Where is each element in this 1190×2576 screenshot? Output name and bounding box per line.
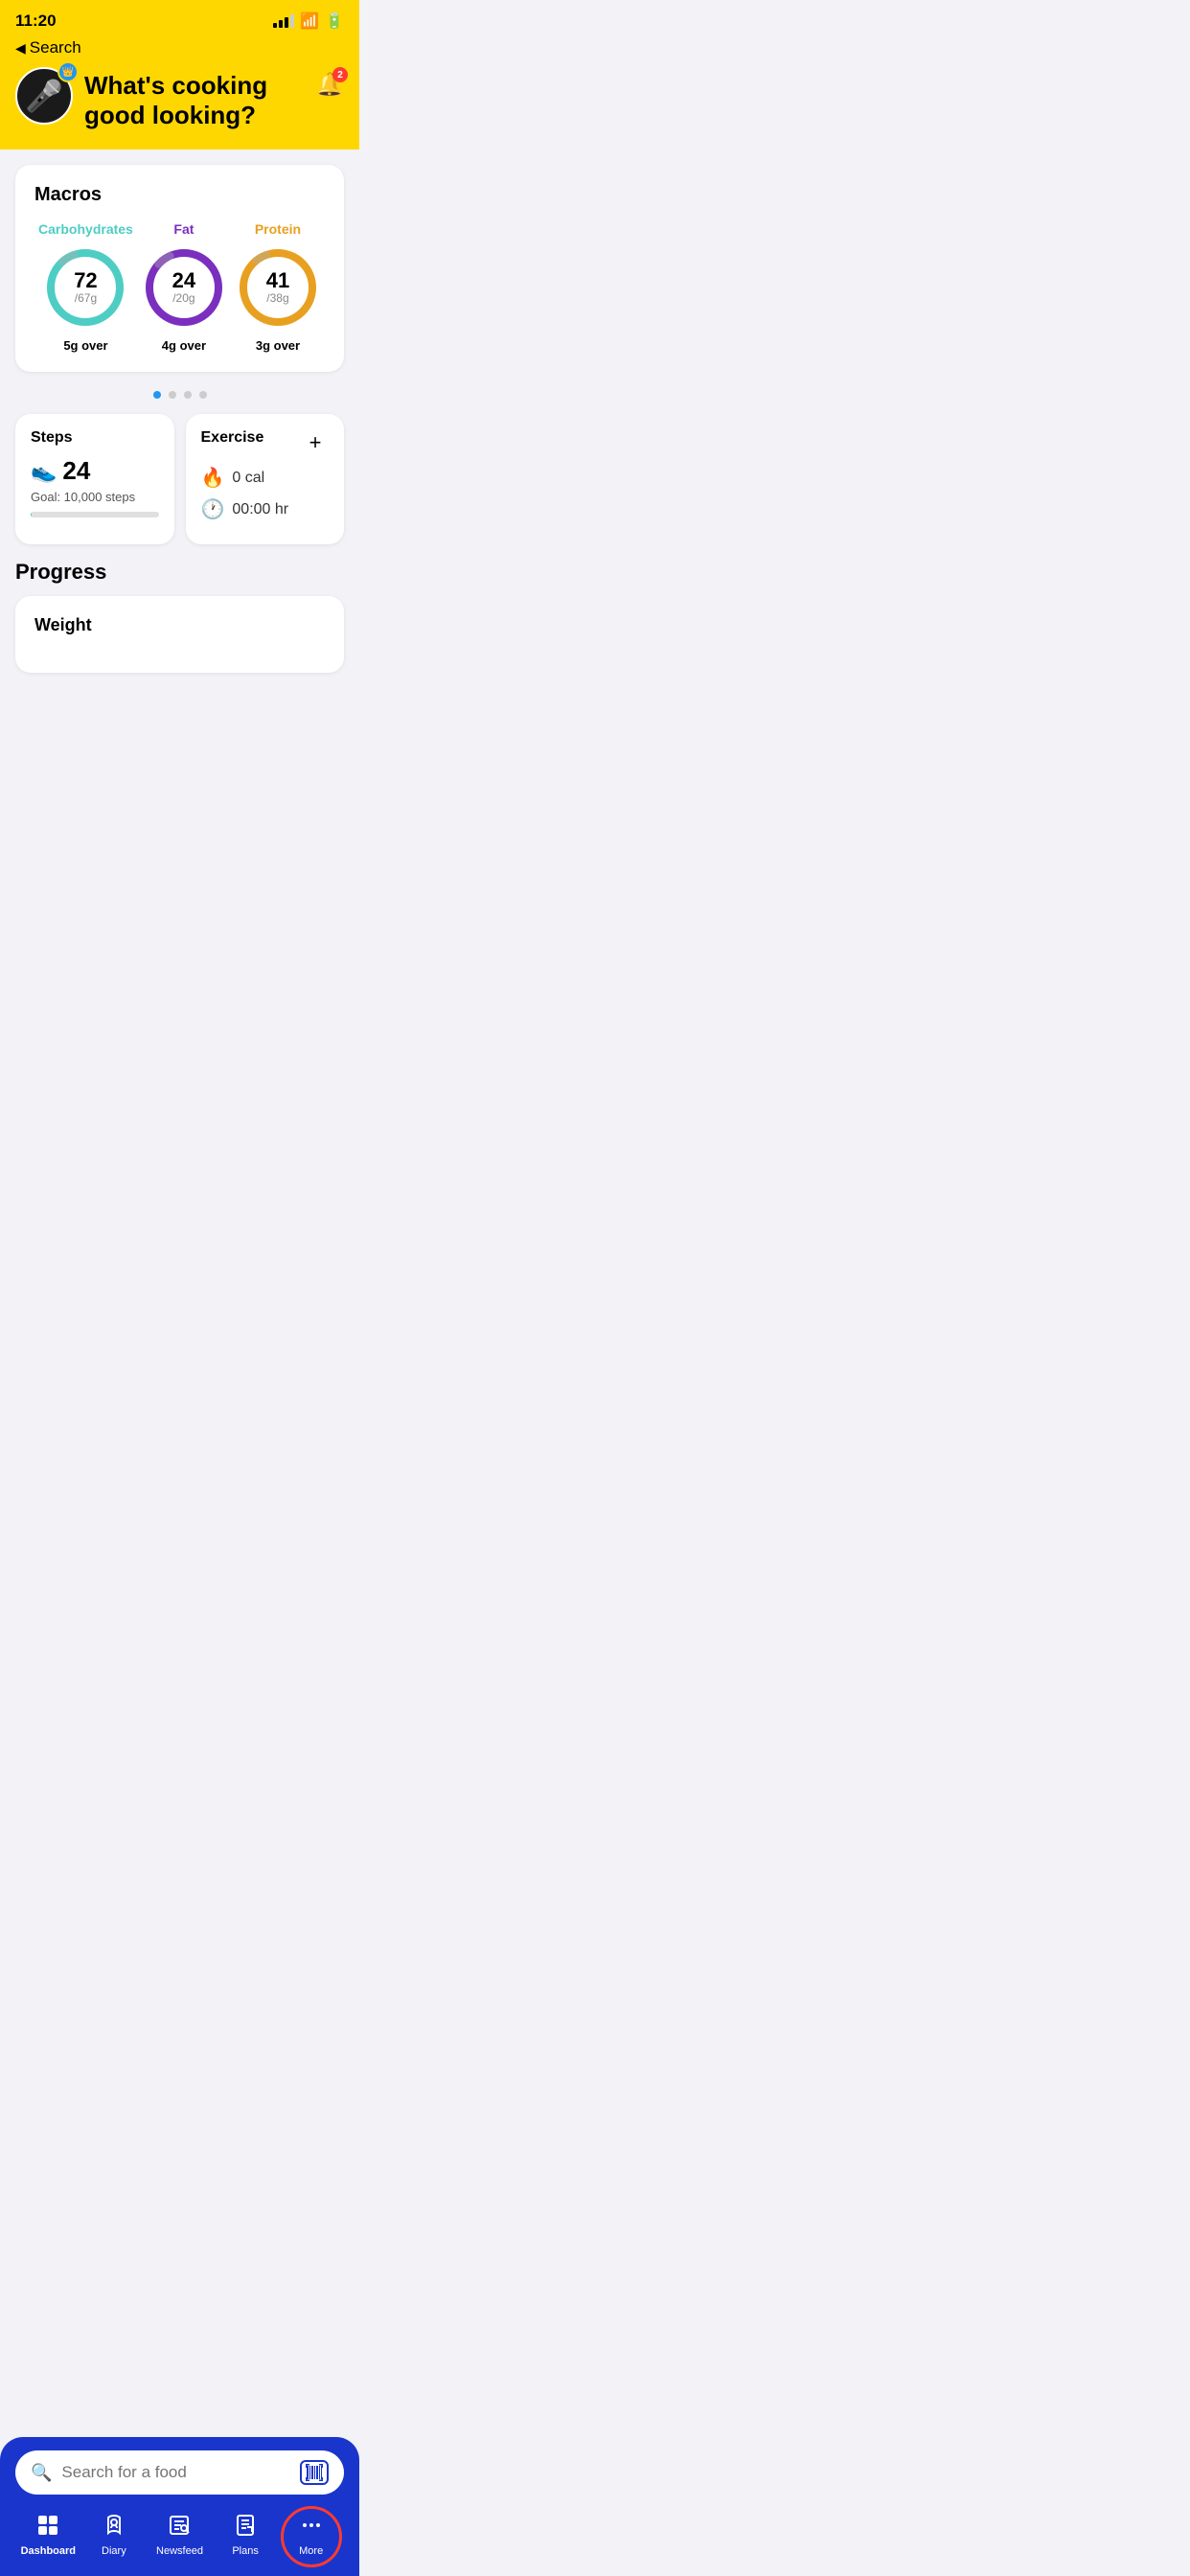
flame-icon: 🔥: [201, 466, 225, 490]
tab-more-label: More: [299, 2545, 323, 2557]
fat-status: 4g over: [162, 338, 206, 353]
protein-goal: /38g: [266, 291, 289, 305]
plans-icon: [234, 2514, 257, 2542]
status-time: 11:20: [15, 12, 57, 31]
carbs-value: 72: [74, 270, 97, 291]
avatar-image: 🎤: [25, 78, 63, 114]
search-icon: 🔍: [31, 2463, 52, 2483]
header: 🎤 👑 What's cooking good looking? 🔔 2: [0, 67, 359, 150]
tab-diary[interactable]: Diary: [81, 2514, 148, 2557]
carbs-center: 72 /67g: [74, 270, 97, 305]
protein-status: 3g over: [256, 338, 300, 353]
fat-ring: 24 /20g: [141, 244, 227, 331]
greeting-title: What's cooking good looking?: [84, 67, 315, 130]
tab-dashboard[interactable]: Dashboard: [15, 2514, 81, 2557]
protein-item: Protein 41 /38g 3g over: [235, 221, 321, 353]
exercise-header: Exercise +: [201, 429, 330, 456]
tab-diary-label: Diary: [102, 2545, 126, 2557]
progress-section: Progress Weight: [15, 560, 344, 673]
back-label: Search: [30, 38, 81, 58]
carbs-item: Carbohydrates 72 /67g 5g over: [38, 221, 133, 353]
progress-title: Progress: [15, 560, 344, 585]
tab-newsfeed[interactable]: Newsfeed: [147, 2514, 213, 2557]
dot-3[interactable]: [184, 391, 192, 399]
exercise-duration-row: 🕐 00:00 hr: [201, 497, 330, 521]
macros-title: Macros: [34, 184, 325, 206]
newsfeed-icon: [168, 2514, 191, 2542]
carbs-status: 5g over: [63, 338, 107, 353]
exercise-card: Exercise + 🔥 0 cal 🕐 00:00 hr: [186, 414, 345, 544]
search-input[interactable]: [61, 2463, 290, 2482]
carbs-label: Carbohydrates: [38, 221, 133, 237]
signal-icon: [273, 14, 294, 28]
back-arrow-icon: ◀: [15, 40, 26, 57]
back-nav[interactable]: ◀ Search: [0, 38, 359, 67]
tab-dashboard-label: Dashboard: [21, 2545, 76, 2557]
avatar[interactable]: 🎤 👑: [15, 67, 73, 125]
status-bar: 11:20 📶 🔋: [0, 0, 359, 38]
header-left: 🎤 👑 What's cooking good looking?: [15, 67, 315, 130]
steps-title: Steps: [31, 429, 159, 447]
clock-icon: 🕐: [201, 497, 225, 521]
steps-value: 24: [62, 456, 90, 486]
protein-center: 41 /38g: [266, 270, 289, 305]
bottom-section: 🔍: [0, 2437, 359, 2576]
steps-goal: Goal: 10,000 steps: [31, 490, 159, 504]
steps-value-row: 👟 24: [31, 456, 159, 486]
notification-badge: 2: [332, 67, 348, 82]
fat-value: 24: [172, 270, 195, 291]
dot-4[interactable]: [199, 391, 207, 399]
weight-label: Weight: [34, 615, 325, 635]
protein-ring: 41 /38g: [235, 244, 321, 331]
wifi-icon: 📶: [300, 12, 319, 31]
exercise-title: Exercise: [201, 429, 264, 447]
dot-1[interactable]: [153, 391, 161, 399]
diary-icon: [103, 2514, 126, 2542]
steps-card: Steps 👟 24 Goal: 10,000 steps: [15, 414, 174, 544]
main-content: Macros Carbohydrates 72 /67g: [0, 150, 359, 876]
fat-label: Fat: [173, 221, 194, 237]
macros-card: Macros Carbohydrates 72 /67g: [15, 165, 344, 372]
shoe-icon: 👟: [31, 459, 57, 484]
protein-value: 41: [266, 270, 289, 291]
tab-newsfeed-label: Newsfeed: [156, 2545, 203, 2557]
notification-button[interactable]: 🔔 2: [315, 71, 344, 99]
fat-center: 24 /20g: [172, 270, 195, 305]
more-icon: [300, 2514, 323, 2542]
tab-plans[interactable]: Plans: [213, 2514, 279, 2557]
protein-label: Protein: [255, 221, 301, 237]
fat-item: Fat 24 /20g 4g over: [141, 221, 227, 353]
fat-goal: /20g: [172, 291, 195, 305]
status-icons: 📶 🔋: [273, 12, 344, 31]
exercise-duration: 00:00 hr: [232, 501, 288, 518]
dot-2[interactable]: [169, 391, 176, 399]
barcode-icon[interactable]: [300, 2460, 329, 2485]
add-exercise-button[interactable]: +: [302, 429, 329, 456]
activity-row: Steps 👟 24 Goal: 10,000 steps Exercise +…: [15, 414, 344, 544]
dashboard-icon: [36, 2514, 59, 2542]
exercise-calories-row: 🔥 0 cal: [201, 466, 330, 490]
crown-icon: 👑: [62, 67, 74, 78]
battery-icon: 🔋: [325, 12, 344, 31]
carbs-goal: /67g: [74, 291, 97, 305]
tab-more[interactable]: More: [278, 2514, 344, 2557]
tab-plans-label: Plans: [232, 2545, 259, 2557]
macros-row: Carbohydrates 72 /67g 5g over: [34, 221, 325, 353]
carbs-ring: 72 /67g: [42, 244, 128, 331]
exercise-calories: 0 cal: [232, 470, 264, 487]
tab-bar: Dashboard Diary Newsfeed: [15, 2506, 344, 2576]
crown-badge: 👑: [57, 61, 79, 82]
weight-card: Weight: [15, 596, 344, 673]
pagination-dots: [15, 391, 344, 399]
search-bar[interactable]: 🔍: [15, 2450, 344, 2495]
steps-progress-bar: [31, 512, 159, 518]
